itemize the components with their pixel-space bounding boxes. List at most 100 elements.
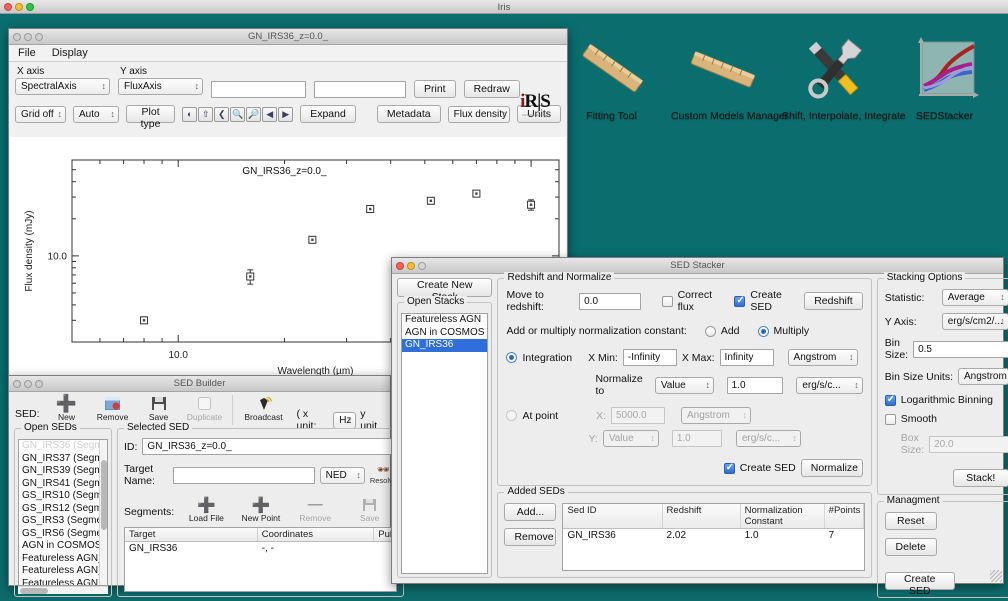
open-stacks-list[interactable]: Featureless AGN AGN in COSMOS GN_IRS36 <box>401 313 489 574</box>
minimize-icon[interactable] <box>24 380 32 388</box>
grid-select[interactable]: Grid off <box>15 105 66 123</box>
sed-remove-button[interactable]: Remove <box>90 395 136 422</box>
at-point-x-unit-select[interactable]: Angstrom <box>681 407 751 424</box>
integration-unit-select[interactable]: Angstrom <box>787 349 858 366</box>
normalize-unit-select[interactable]: erg/s/c... <box>796 376 863 394</box>
y-axis-select[interactable]: erg/s/cm2/... <box>941 313 1008 330</box>
delete-button[interactable]: Delete <box>884 538 937 556</box>
at-point-y-unit-select[interactable]: erg/s/c... <box>735 430 801 447</box>
x-min-input[interactable] <box>622 349 677 366</box>
y-axis-select[interactable]: FluxAxis <box>118 78 203 95</box>
list-item[interactable]: GS_IRS12 (Segments: <box>19 503 107 516</box>
metadata-button[interactable]: Metadata <box>376 105 441 123</box>
normalize-to-select[interactable]: Value <box>654 376 714 394</box>
add-radio[interactable] <box>704 325 716 337</box>
column-header[interactable]: Normalization Constant <box>741 504 825 528</box>
x-unit-select[interactable]: Hz <box>333 411 357 429</box>
bin-size-units-select[interactable]: Angstrom <box>958 368 1008 385</box>
sed-stacker-window-controls[interactable] <box>396 262 426 270</box>
list-item[interactable]: GN_IRS36 <box>402 339 488 352</box>
normalize-const-input[interactable] <box>726 376 783 394</box>
list-item[interactable]: GN_IRS36 (Segments: <box>19 440 107 453</box>
desktop-icon-shift-interpolate-integrate[interactable]: Shift, Interpolate, Integrate <box>782 29 906 122</box>
table-row[interactable]: GN_IRS36 2.02 1.0 7 <box>563 529 863 542</box>
list-item[interactable]: AGN in COSMOS (Seg <box>19 540 107 553</box>
at-point-y-input[interactable] <box>671 430 722 447</box>
stack-button[interactable]: Stack! <box>952 469 1008 487</box>
list-item[interactable]: Featureless AGN_stac <box>19 578 107 586</box>
move-to-redshift-input[interactable] <box>579 292 642 310</box>
zoom-icon[interactable] <box>418 262 426 270</box>
back-icon[interactable]: ❮ <box>214 106 230 122</box>
remove-sed-button[interactable]: Remove <box>504 528 557 546</box>
desktop-icon-custom-models-manager[interactable]: Custom Models Manager <box>671 29 788 122</box>
correct-flux-checkbox[interactable] <box>661 295 673 307</box>
column-header[interactable]: #Points <box>825 504 864 528</box>
list-item[interactable]: GN_IRS39 (Segments: <box>19 465 107 478</box>
box-size-input[interactable] <box>929 435 1008 453</box>
menu-display[interactable]: Display <box>52 47 88 59</box>
x-axis-select[interactable]: SpectralAxis <box>15 78 110 95</box>
home-icon[interactable]: ⇧ <box>198 106 214 122</box>
segments-table[interactable]: TargetCoordinatesPublisherGN_IRS36 -, - <box>124 527 397 592</box>
expand-button[interactable]: Expand <box>300 105 356 123</box>
plot-type-button[interactable]: Plot type <box>125 105 176 130</box>
load-file-button[interactable]: ➕ Load File <box>183 496 229 524</box>
list-item[interactable]: GS_IRS3 (Segments: 1 <box>19 515 107 528</box>
table-row[interactable]: GN_IRS36 -, - <box>125 542 396 555</box>
name-resolver-select[interactable]: NED <box>319 466 365 484</box>
list-item[interactable]: Featureless AGN <box>402 314 487 327</box>
new-point-button[interactable]: ➕ New Point <box>238 496 284 524</box>
plot-range-input-1[interactable] <box>211 81 306 98</box>
add-sed-button[interactable]: Add... <box>504 503 557 521</box>
pan-right-icon[interactable]: ▶ <box>278 106 294 122</box>
open-seds-vscrollbar[interactable] <box>99 440 107 585</box>
zoom-icon[interactable] <box>35 33 43 41</box>
zoom-in-icon[interactable]: 🔎 <box>246 106 262 122</box>
at-point-radio[interactable] <box>506 410 518 421</box>
list-item[interactable]: Featureless AGN_norm <box>19 565 107 578</box>
app-window-controls[interactable] <box>4 3 34 11</box>
list-item[interactable]: GS_IRS6 (Segments: 1 <box>19 528 107 541</box>
zoom-icon[interactable] <box>35 380 43 388</box>
sed-builder-window-controls[interactable] <box>13 380 43 388</box>
list-item[interactable]: GS_IRS10 (Segments: <box>19 490 107 503</box>
redshift-button[interactable]: Redshift <box>804 292 863 310</box>
close-icon[interactable] <box>13 380 21 388</box>
create-sed-top-checkbox[interactable] <box>734 295 746 307</box>
minimize-icon[interactable] <box>407 262 415 270</box>
create-sed-button[interactable]: Create SED <box>884 572 955 597</box>
menu-file[interactable]: File <box>18 47 36 59</box>
reset-button[interactable]: Reset <box>884 512 937 530</box>
reset-icon[interactable]: ◐ <box>182 106 198 122</box>
print-button[interactable]: Print <box>414 80 456 98</box>
smooth-checkbox[interactable] <box>884 413 896 425</box>
sed-id-input[interactable] <box>142 438 397 455</box>
logarithmic-binning-checkbox[interactable] <box>884 394 896 406</box>
open-seds-list[interactable]: GN_IRS36 (Segments:GN_IRS37 (Segments:GN… <box>18 439 108 586</box>
minimize-icon[interactable] <box>24 33 32 41</box>
list-item[interactable]: GN_IRS37 (Segments: <box>19 453 107 466</box>
list-item[interactable]: Featureless AGN_z=0 <box>19 553 107 566</box>
normalize-button[interactable]: Normalize <box>800 459 863 477</box>
resize-grip[interactable] <box>990 570 1002 582</box>
minimize-button[interactable] <box>15 3 23 11</box>
integration-radio[interactable] <box>506 352 518 363</box>
list-item[interactable]: AGN in COSMOS <box>402 327 487 340</box>
at-point-x-input[interactable] <box>611 407 665 424</box>
bin-size-input[interactable] <box>913 340 1008 358</box>
sed-new-button[interactable]: ➕ New <box>44 394 90 423</box>
at-point-y-mode-select[interactable]: Value <box>602 430 659 447</box>
sed-save-button[interactable]: Save <box>136 395 182 422</box>
create-new-stack-button[interactable]: Create New Stack <box>397 278 493 303</box>
added-seds-table[interactable]: Sed ID Redshift Normalization Constant #Poi… <box>562 503 865 571</box>
desktop-icon-sedstacker[interactable]: SEDStacker <box>893 29 996 122</box>
close-button[interactable] <box>4 3 12 11</box>
flux-density-select[interactable]: Flux density <box>447 105 511 123</box>
column-header[interactable]: Sed ID <box>563 504 663 528</box>
create-sed-bottom-checkbox[interactable] <box>723 462 735 474</box>
column-header[interactable]: Redshift <box>663 504 741 528</box>
multiply-radio[interactable] <box>757 325 769 337</box>
pan-left-icon[interactable]: ◀ <box>262 106 278 122</box>
scale-select[interactable]: Auto <box>72 105 119 123</box>
